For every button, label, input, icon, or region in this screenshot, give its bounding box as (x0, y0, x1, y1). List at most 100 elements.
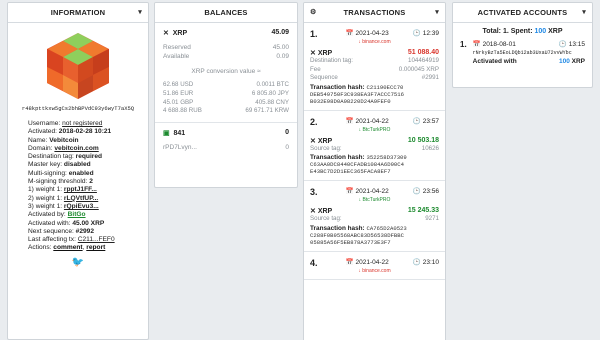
activated-with-label: Activated with (472, 58, 517, 65)
comment-link[interactable]: comment (53, 244, 82, 251)
transaction-number: 4. (310, 257, 318, 268)
info-line-value: #2992 (75, 227, 94, 235)
transaction-amount: 15 245.33 (407, 207, 439, 215)
xrp-icon: ✕ (163, 30, 169, 37)
transaction-date: 2021-04-22 (355, 117, 389, 125)
transaction-field-label: Source tag: (310, 215, 342, 223)
information-header: INFORMATION ▾ (8, 3, 148, 23)
transaction-time: 23:10 (422, 258, 439, 266)
twitter-icon[interactable]: 🐦 (8, 257, 148, 268)
calendar-icon: 📅 (345, 258, 354, 266)
transaction-source[interactable]: ↓ binance.com (310, 268, 439, 274)
spent-value: 100 (534, 28, 547, 35)
info-line: Master key: disabled (28, 161, 148, 169)
report-link[interactable]: report (86, 244, 105, 251)
info-line-value[interactable]: C211...FEF0 (78, 236, 115, 243)
account-address: r48kpttkxw5gCs2bhBPVdC93y6wyT7aX5Q (21, 105, 135, 112)
transaction-hash-part[interactable]: C21190ECC70 (366, 84, 403, 91)
info-line-value[interactable]: rQpiEvu3... (64, 203, 99, 210)
transaction-hash-part[interactable]: B032E98D0A98220D24A9FEF0 (310, 98, 439, 105)
info-line-value[interactable]: vebitcoin.com (54, 145, 98, 152)
transaction-hash-part[interactable]: E43BC7D2D1EEC365FACA8EF7 (310, 168, 439, 175)
token-count: 841 (173, 130, 186, 138)
info-line-label: Activated by: (28, 211, 68, 219)
activated-item-number: 1. (460, 40, 467, 49)
info-line-value[interactable]: BitGo (68, 211, 86, 218)
transaction-currency: XRP (317, 50, 333, 57)
transaction-source-label: binance.com (362, 39, 391, 45)
activated-item[interactable]: 1. 📅 2018-08-01 🕒 13:15 rNrkyBzTa5EoLDQb… (453, 40, 592, 65)
transaction-item: 3. 📅 2021-04-22 🕒 23:56 ↓ BtcTurkPRO ✕ XRP 15… (304, 181, 445, 252)
transaction-hash-part[interactable]: 05885A56F5EB878A3773E3F7 (310, 239, 439, 246)
conversion-value: 45.01 GBP (163, 98, 194, 106)
chevron-down-icon[interactable]: ▾ (435, 3, 439, 23)
transaction-source[interactable]: ↓ BtcTurkPRO (310, 127, 439, 133)
transaction-field: Source tag: 9271 (310, 215, 439, 224)
info-line-value[interactable]: rpptJ1FF... (64, 186, 97, 193)
transaction-date: 2021-04-22 (355, 188, 389, 196)
info-line-label: Next sequence: (28, 227, 76, 235)
activated-with-row: Activated with 100 XRP (473, 58, 585, 65)
transaction-field-value: #2991 (421, 74, 439, 82)
transaction-time: 23:56 (422, 188, 439, 196)
transactions-panel: ⚙ TRANSACTIONS ▾ 1. 📅 2021-04-23 🕒 12:39 ↓ … (303, 2, 446, 340)
activated-accounts-panel: ACTIVATED ACCOUNTS ▾ Total: 1. Spent: 10… (452, 2, 593, 88)
transaction-time: 23:57 (422, 117, 439, 125)
transaction-field-label: Sequence (310, 74, 338, 82)
transaction-currency: XRP (317, 137, 333, 145)
balances-header: BALANCES (155, 3, 297, 23)
balances-title: BALANCES (204, 8, 248, 17)
token-issuer-row[interactable]: rPD7Lvyn... 0 (163, 143, 289, 152)
info-line: Name: Vebitcoin (28, 137, 148, 145)
info-line-value[interactable]: not registered (62, 120, 102, 127)
info-line: Activated: 2018-02-28 10:21 (28, 128, 148, 136)
transaction-field: Sequence #2991 (310, 74, 439, 83)
calendar-icon: 📅 (345, 117, 354, 125)
reserved-value: 45.00 (272, 44, 289, 51)
transaction-hash-part[interactable]: 352258D37309 (366, 154, 406, 161)
conversion-value: 4 688.88 RUB (163, 107, 202, 115)
info-line: 2) weight 1: rLQVtfUP... (28, 195, 148, 203)
info-line-value[interactable]: rLQVtfUP... (64, 195, 98, 202)
info-line: Username: not registered (28, 120, 148, 128)
transaction-field: Destination tag: 104464919 (310, 57, 439, 66)
transaction-hash-part[interactable]: DEB549750F3C938EA3F7ACCC7516 (310, 91, 439, 98)
transaction-field-label: Fee (310, 65, 321, 73)
chevron-down-icon[interactable]: ▾ (138, 3, 142, 23)
chevron-down-icon[interactable]: ▾ (582, 3, 586, 23)
activated-with-unit: XRP (569, 58, 585, 65)
info-line-label: Multi-signing: (28, 169, 69, 177)
info-line-value: 45.00 XRP (72, 219, 105, 227)
transaction-item: 1. 📅 2021-04-23 🕒 12:39 ↓ binance.com ✕ XRP 5… (304, 23, 445, 111)
transaction-date: 2021-04-22 (355, 258, 389, 266)
token-row[interactable]: ▣ 841 0 (163, 129, 289, 137)
transaction-hash-part[interactable]: C63AA0DC8440CFADB1084A6D90C4 (310, 161, 439, 168)
transaction-currency: XRP (317, 208, 333, 216)
activated-item-address[interactable]: rNrkyBzTa5EoLDQb12ab3UxaU72vvWYbc (473, 50, 585, 56)
conversion-title: XRP conversion value ≈ (191, 68, 261, 75)
conversion-value: 405.88 CNY (255, 98, 289, 106)
transactions-title: TRANSACTIONS (343, 8, 406, 17)
info-line-label: Name: (28, 136, 50, 144)
clock-icon: 🕒 (412, 188, 421, 196)
token-icon: ▣ (163, 130, 170, 138)
transaction-number: 3. (310, 187, 318, 198)
identicon-avatar (47, 33, 109, 99)
calendar-icon: 📅 (345, 188, 354, 196)
info-line: 3) weight 1: rQpiEvu3... (28, 203, 148, 211)
balances-panel: BALANCES ✕ XRP 45.09 Reserved 45.00 Avai… (154, 2, 298, 188)
settings-icon[interactable]: ⚙ (310, 3, 316, 23)
transaction-hash-part[interactable]: CA765D2A0523 (366, 225, 406, 232)
transaction-source[interactable]: ↓ binance.com (310, 39, 439, 45)
clock-icon: 🕒 (412, 117, 421, 125)
transaction-number: 2. (310, 116, 318, 127)
info-line: Domain: vebitcoin.com (28, 145, 148, 153)
info-line-label: Master key: (28, 161, 64, 169)
transaction-source[interactable]: ↓ BtcTurkPRO (310, 197, 439, 203)
info-line: Activated by: BitGo (28, 211, 148, 219)
info-line-label: 2) weight 1: (28, 194, 64, 202)
activated-item-time: 13:15 (568, 41, 585, 48)
transaction-hash-part[interactable]: C288F0B95568ABC83D56538DFBBC (310, 232, 439, 239)
transaction-hash-label: Transaction hash: (310, 154, 365, 162)
info-line: Destination tag: required (28, 153, 148, 161)
